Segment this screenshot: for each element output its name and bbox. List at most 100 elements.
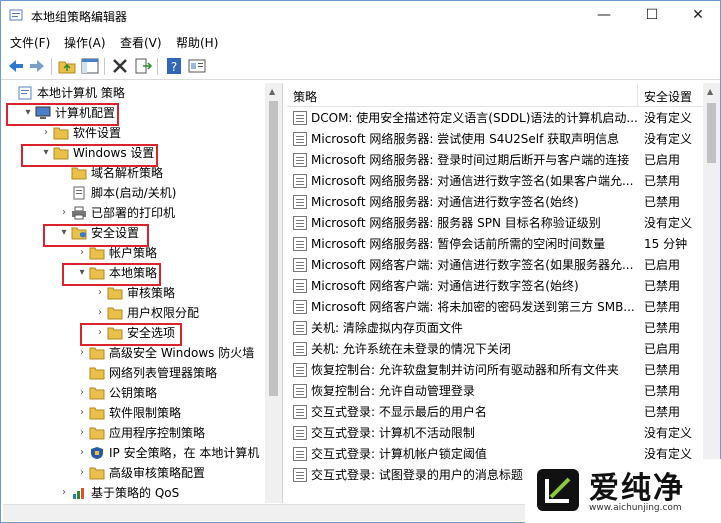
list-vertical-scrollbar[interactable]: ▲ [703,83,720,503]
tree-item[interactable]: 网络列表管理器策略 [3,363,265,383]
tree-item-label: 高级审核策略配置 [109,466,206,480]
ip-security-icon [89,446,105,460]
collapsed-arrow-icon[interactable]: › [77,463,87,483]
menu-bar: 文件(F) 操作(A) 查看(V) 帮助(H) [1,30,720,52]
forward-arrow-icon[interactable] [28,57,46,75]
aichunjing-logo-icon [537,469,579,511]
policy-row[interactable]: Microsoft 网络服务器: 登录时间过期后断开与客户端的连接 已启用 [287,150,706,171]
properties-icon[interactable] [188,57,206,75]
folder-icon [89,346,105,360]
tree-item[interactable]: 脚本(启动/关机) [3,183,265,203]
policy-row[interactable]: 关机: 允许系统在未登录的情况下关闭 已启用 [287,339,706,360]
tree-item[interactable]: › 应用程序控制策略 [3,423,265,443]
gpedit-app-icon [9,9,23,21]
policy-row[interactable]: 恢复控制台: 允许软盘复制并访问所有驱动器和所有文件夹 已禁用 [287,360,706,381]
tree-item[interactable]: › 用户权限分配 [3,303,265,323]
policy-name: 恢复控制台: 允许自动管理登录 [311,384,475,398]
tree-item[interactable]: › 基于策略的 QoS [3,483,265,503]
policy-name: Microsoft 网络客户端: 对通信进行数字签名(始终) [311,279,579,293]
menu-action[interactable]: 操作(A) [64,34,106,51]
policy-row[interactable]: Microsoft 网络客户端: 对通信进行数字签名(如果服务器允... 已启用 [287,255,706,276]
policy-row[interactable]: 关机: 清除虚拟内存页面文件 已禁用 [287,318,706,339]
folder-icon [107,306,123,320]
list-header: 策略 ˆ 安全设置 [287,83,706,107]
collapsed-arrow-icon[interactable]: › [59,483,69,503]
collapsed-arrow-icon[interactable]: › [77,423,87,443]
tree-item[interactable]: › 软件限制策略 [3,403,265,423]
collapsed-arrow-icon[interactable]: › [95,283,105,303]
policy-setting-icon [293,153,307,167]
policy-setting-icon [293,342,307,356]
tree-item-label: 脚本(启动/关机) [91,186,177,200]
col-policy-header[interactable]: 策略 [293,88,317,105]
policy-setting-icon [293,111,307,125]
policy-name: Microsoft 网络服务器: 尝试使用 S4U2Self 获取声明信息 [311,132,620,146]
tree-item[interactable]: 本地计算机 策略 [3,83,265,103]
policy-row[interactable]: 恢复控制台: 允许自动管理登录 已禁用 [287,381,706,402]
collapsed-arrow-icon[interactable]: › [59,203,69,223]
close-button[interactable]: ✕ [675,1,721,30]
toolbar-separator [157,58,158,75]
maximize-button[interactable]: ☐ [629,1,675,30]
collapsed-arrow-icon[interactable]: › [95,303,105,323]
menu-view[interactable]: 查看(V) [120,34,162,51]
tree-item-label: 应用程序控制策略 [109,426,206,440]
tree-item[interactable]: › 已部署的打印机 [3,203,265,223]
policy-row[interactable]: 交互式登录: 不显示最后的用户名 已禁用 [287,402,706,423]
minimize-button[interactable]: — [581,1,627,30]
policy-setting-value: 15 分钟 [644,237,688,251]
delete-icon[interactable] [111,57,129,75]
policy-row[interactable]: Microsoft 网络客户端: 对通信进行数字签名(始终) 已禁用 [287,276,706,297]
policy-setting-icon [293,300,307,314]
policy-setting-value: 已禁用 [644,363,681,377]
policy-row[interactable]: Microsoft 网络服务器: 对通信进行数字签名(始终) 已禁用 [287,192,706,213]
policy-row[interactable]: Microsoft 网络服务器: 服务器 SPN 目标名称验证级别 没有定义 [287,213,706,234]
collapsed-arrow-icon[interactable]: › [41,123,51,143]
highlight-security-options [80,323,182,346]
folder-up-icon[interactable] [58,57,76,75]
watermark-url: www.aichunjing.com [589,503,682,513]
policy-setting-value: 没有定义 [644,132,693,146]
policy-setting-icon [293,216,307,230]
tree-scroll-thumb[interactable] [269,101,278,396]
menu-file[interactable]: 文件(F) [10,34,50,51]
collapsed-arrow-icon[interactable]: › [77,343,87,363]
help-icon[interactable]: ? [165,57,183,75]
tree-item[interactable]: › IP 安全策略，在 本地计算机 [3,443,265,463]
tree-item-label: 软件限制策略 [109,406,182,420]
tree-item-label: 公钥策略 [109,386,158,400]
folder-icon [89,426,105,440]
tree-item-label: 基于策略的 QoS [91,486,180,500]
scroll-up-icon[interactable]: ▲ [269,87,275,96]
policy-setting-icon [293,174,307,188]
tree-item-label: 软件设置 [73,126,122,140]
export-list-icon[interactable] [134,57,152,75]
highlight-local-policies [62,263,161,286]
policy-setting-icon [293,384,307,398]
back-arrow-icon[interactable] [7,57,25,75]
tree-vertical-scrollbar[interactable]: ▲ [265,83,282,503]
policy-row[interactable]: DCOM: 使用安全描述符定义语言(SDDL)语法的计算机启动... 没有定义 [287,108,706,129]
tree-item[interactable]: › 高级安全 Windows 防火墙 [3,343,265,363]
menu-help[interactable]: 帮助(H) [176,34,218,51]
policy-row[interactable]: Microsoft 网络服务器: 对通信进行数字签名(如果客户端允... 已禁用 [287,171,706,192]
policy-name: DCOM: 使用安全描述符定义语言(SDDL)语法的计算机启动... [311,111,638,125]
tree-item[interactable]: › 高级审核策略配置 [3,463,265,483]
collapsed-arrow-icon[interactable]: › [77,403,87,423]
scroll-up-icon[interactable]: ▲ [707,87,713,96]
policy-setting-value: 已禁用 [644,174,681,188]
policy-row[interactable]: Microsoft 网络服务器: 尝试使用 S4U2Self 获取声明信息 没有定… [287,129,706,150]
collapsed-arrow-icon[interactable]: › [77,443,87,463]
show-tree-icon[interactable] [81,57,99,75]
policy-row[interactable]: 交互式登录: 计算机不活动限制 没有定义 [287,423,706,444]
tree-item[interactable]: › 公钥策略 [3,383,265,403]
policy-row[interactable]: Microsoft 网络客户端: 将未加密的密码发送到第三方 SMB... 已禁用 [287,297,706,318]
folder-icon [89,406,105,420]
tree-item[interactable]: › 审核策略 [3,283,265,303]
policy-setting-value: 已启用 [644,258,681,272]
tree-item[interactable]: › 软件设置 [3,123,265,143]
list-scroll-thumb[interactable] [707,103,716,163]
collapsed-arrow-icon[interactable]: › [77,383,87,403]
col-setting-header[interactable]: 安全设置 [644,88,692,105]
policy-row[interactable]: Microsoft 网络服务器: 暂停会话前所需的空闲时间数量 15 分钟 [287,234,706,255]
